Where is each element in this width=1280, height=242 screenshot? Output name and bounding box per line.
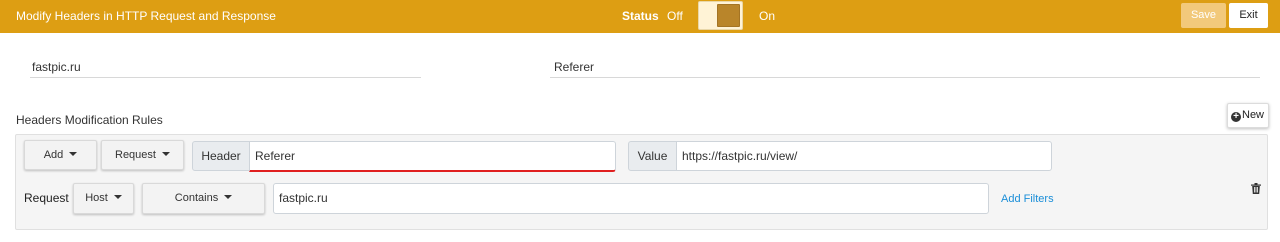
trash-icon[interactable]: [1251, 183, 1261, 194]
plus-circle-icon: +: [1231, 112, 1241, 122]
caret-down-icon: [161, 152, 170, 156]
new-rule-button[interactable]: + New: [1227, 103, 1269, 128]
new-rule-label: New: [1242, 109, 1265, 121]
toggle-knob: [717, 4, 740, 27]
status-on-label: On: [759, 9, 776, 23]
filter-field-label: Host: [85, 192, 108, 204]
header-addon: Header: [192, 141, 250, 171]
top-bar: Modify Headers in HTTP Request and Respo…: [0, 0, 1280, 33]
caret-down-icon: [113, 195, 122, 199]
add-filters-link[interactable]: Add Filters: [1001, 193, 1054, 205]
caret-down-icon: [69, 152, 78, 156]
app-title: Modify Headers in HTTP Request and Respo…: [16, 9, 276, 23]
request-filter-label: Request: [24, 191, 69, 205]
status-toggle[interactable]: [698, 1, 743, 30]
filter-value-input[interactable]: fastpic.ru: [273, 183, 989, 214]
type-dropdown[interactable]: Request: [101, 140, 184, 170]
header-content-input[interactable]: https://fastpic.ru/view/: [676, 141, 1052, 171]
domain-input[interactable]: fastpic.ru: [30, 56, 421, 78]
filter-operator-dropdown[interactable]: Contains: [142, 183, 265, 214]
action-dropdown[interactable]: Add: [24, 140, 97, 170]
value-addon: Value: [628, 141, 677, 171]
save-button[interactable]: Save: [1181, 3, 1226, 28]
filter-operator-label: Contains: [174, 192, 219, 204]
status-label: Status: [622, 9, 659, 23]
type-dropdown-label: Request: [115, 149, 156, 161]
header-value-input[interactable]: Referer: [249, 141, 616, 172]
header-name-input[interactable]: Referer: [550, 56, 1260, 78]
action-dropdown-label: Add: [43, 149, 64, 161]
status-off-label: Off: [667, 9, 683, 23]
rules-section-title: Headers Modification Rules: [16, 113, 163, 127]
caret-down-icon: [224, 195, 233, 199]
exit-button[interactable]: Exit: [1229, 3, 1268, 28]
filter-field-dropdown[interactable]: Host: [73, 183, 134, 214]
